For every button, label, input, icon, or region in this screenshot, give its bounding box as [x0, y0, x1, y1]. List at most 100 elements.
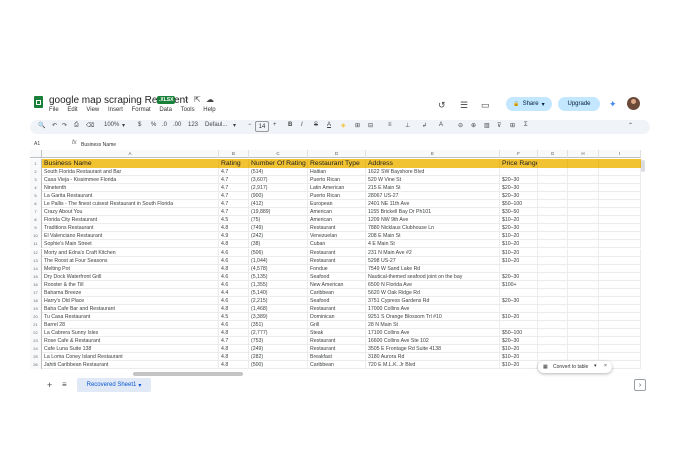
- cell-business-name[interactable]: Traditions Restaurant: [42, 224, 219, 233]
- cell-number-of-rating[interactable]: (249): [249, 345, 308, 354]
- cell-price-range[interactable]: $30–50: [500, 208, 538, 217]
- cell-number-of-rating[interactable]: (1,355): [249, 280, 308, 289]
- header-cell-number-of-rating[interactable]: Number Of Rating: [249, 159, 308, 168]
- insert-chart-icon[interactable]: ▥: [484, 122, 490, 129]
- cell-number-of-rating[interactable]: (242): [249, 232, 308, 241]
- header-cell-price-range[interactable]: Price Range: [500, 159, 538, 168]
- header-cell-empty[interactable]: [568, 159, 599, 168]
- row-number[interactable]: 4: [30, 184, 42, 193]
- cell-address[interactable]: 1155 Brickell Bay Dr Ph101: [366, 208, 500, 217]
- cell-empty[interactable]: [599, 168, 641, 177]
- filter-views-icon[interactable]: ⊞: [510, 122, 515, 129]
- cell-empty[interactable]: [538, 320, 568, 329]
- cell-rating[interactable]: 4.6: [219, 280, 249, 289]
- cell-empty[interactable]: [599, 312, 641, 321]
- print-icon[interactable]: ⎙: [74, 122, 79, 129]
- row-number[interactable]: 24: [30, 345, 42, 354]
- cell-address[interactable]: 6500 N Florida Ave: [366, 280, 500, 289]
- vertical-scrollbar[interactable]: [641, 160, 645, 172]
- cell-empty[interactable]: [599, 337, 641, 346]
- cell-empty[interactable]: [538, 345, 568, 354]
- percent-format-button[interactable]: %: [151, 122, 156, 128]
- fill-color-icon[interactable]: ◈: [341, 122, 346, 129]
- font-select[interactable]: Defaul...: [205, 122, 227, 128]
- cell-empty[interactable]: [538, 296, 568, 305]
- cell-rating[interactable]: 4.8: [219, 224, 249, 233]
- cell-address[interactable]: 28 N Main St: [366, 320, 500, 329]
- undo-icon[interactable]: ↶: [52, 122, 57, 129]
- cell-number-of-rating[interactable]: (1,044): [249, 256, 308, 265]
- cell-empty[interactable]: [599, 304, 641, 313]
- cell-address[interactable]: 4 E Main St: [366, 240, 500, 249]
- row-number[interactable]: 8: [30, 216, 42, 225]
- cell-empty[interactable]: [538, 216, 568, 225]
- cell-business-name[interactable]: Bahama Breeze: [42, 288, 219, 297]
- cell-empty[interactable]: [599, 296, 641, 305]
- row-number[interactable]: 18: [30, 296, 42, 305]
- cell-price-range[interactable]: [500, 320, 538, 329]
- row-number[interactable]: 14: [30, 264, 42, 273]
- cell-number-of-rating[interactable]: (2,777): [249, 329, 308, 338]
- cell-empty[interactable]: [538, 256, 568, 265]
- cell-number-of-rating[interactable]: (38): [249, 240, 308, 249]
- cell-number-of-rating[interactable]: (75): [249, 216, 308, 225]
- cell-empty[interactable]: [538, 312, 568, 321]
- cell-empty[interactable]: [538, 224, 568, 233]
- cell-business-name[interactable]: Jahiti Caribbean Restaurant: [42, 361, 219, 370]
- cell-price-range[interactable]: $10–20: [500, 216, 538, 225]
- cell-number-of-rating[interactable]: (2,215): [249, 296, 308, 305]
- cell-business-name[interactable]: Rose Cafe & Restaurant: [42, 337, 219, 346]
- cell-rating[interactable]: 4.7: [219, 337, 249, 346]
- cell-empty[interactable]: [599, 192, 641, 201]
- cell-business-name[interactable]: La Cabrera Sunny Isles: [42, 329, 219, 338]
- cell-rating[interactable]: 4.8: [219, 353, 249, 362]
- cell-restaurant-type[interactable]: European: [308, 200, 366, 209]
- cell-rating[interactable]: 4.7: [219, 200, 249, 209]
- cell-empty[interactable]: [568, 256, 599, 265]
- cloud-status-icon[interactable]: ☁: [206, 95, 214, 104]
- row-number[interactable]: 12: [30, 248, 42, 257]
- cell-restaurant-type[interactable]: Cuban: [308, 240, 366, 249]
- cell-price-range[interactable]: [500, 264, 538, 273]
- cell-empty[interactable]: [599, 184, 641, 193]
- cell-empty[interactable]: [599, 264, 641, 273]
- cell-rating[interactable]: 4.8: [219, 304, 249, 313]
- cell-empty[interactable]: [538, 280, 568, 289]
- row-number[interactable]: 22: [30, 329, 42, 338]
- cell-price-range[interactable]: $20–30: [500, 184, 538, 193]
- cell-empty[interactable]: [568, 296, 599, 305]
- cell-number-of-rating[interactable]: (351): [249, 320, 308, 329]
- cell-business-name[interactable]: Baha Cafe Bar and Restaurant: [42, 304, 219, 313]
- row-number[interactable]: 10: [30, 232, 42, 241]
- bold-button[interactable]: B: [288, 122, 292, 128]
- cell-empty[interactable]: [568, 240, 599, 249]
- row-number[interactable]: 7: [30, 208, 42, 217]
- menu-tools[interactable]: Tools: [181, 107, 195, 113]
- cell-business-name[interactable]: Morty and Edna's Craft Kitchen: [42, 248, 219, 257]
- cell-rating[interactable]: 4.8: [219, 345, 249, 354]
- cell-restaurant-type[interactable]: Puerto Rican: [308, 176, 366, 185]
- version-history-icon[interactable]: ↺: [438, 100, 446, 111]
- cell-number-of-rating[interactable]: (514): [249, 168, 308, 177]
- cell-rating[interactable]: 4.7: [219, 168, 249, 177]
- cell-restaurant-type[interactable]: Restaurant: [308, 224, 366, 233]
- column-header-i[interactable]: I: [599, 150, 641, 158]
- cell-restaurant-type[interactable]: Caribbean: [308, 288, 366, 297]
- currency-format-button[interactable]: $: [138, 122, 141, 128]
- menu-file[interactable]: File: [49, 107, 59, 113]
- cell-price-range[interactable]: $20–30: [500, 192, 538, 201]
- sheet-tab-dropdown-icon[interactable]: ▾: [138, 382, 141, 389]
- cell-address[interactable]: 720 E M.L.K. Jr Blvd: [366, 361, 500, 370]
- cell-business-name[interactable]: El Valenciano Restaurant: [42, 232, 219, 241]
- cell-restaurant-type[interactable]: Restaurant: [308, 337, 366, 346]
- row-number[interactable]: 13: [30, 256, 42, 265]
- cell-restaurant-type[interactable]: Dominican: [308, 312, 366, 321]
- column-header-d[interactable]: D: [308, 150, 366, 158]
- cell-empty[interactable]: [568, 232, 599, 241]
- cell-number-of-rating[interactable]: (5,140): [249, 288, 308, 297]
- text-color-button[interactable]: A: [327, 122, 331, 128]
- cell-address[interactable]: 3751 Cypress Gardens Rd: [366, 296, 500, 305]
- cell-address[interactable]: 7880 Nicklaus Clubhouse Ln: [366, 224, 500, 233]
- star-icon[interactable]: ☆: [182, 95, 189, 104]
- cell-empty[interactable]: [599, 200, 641, 209]
